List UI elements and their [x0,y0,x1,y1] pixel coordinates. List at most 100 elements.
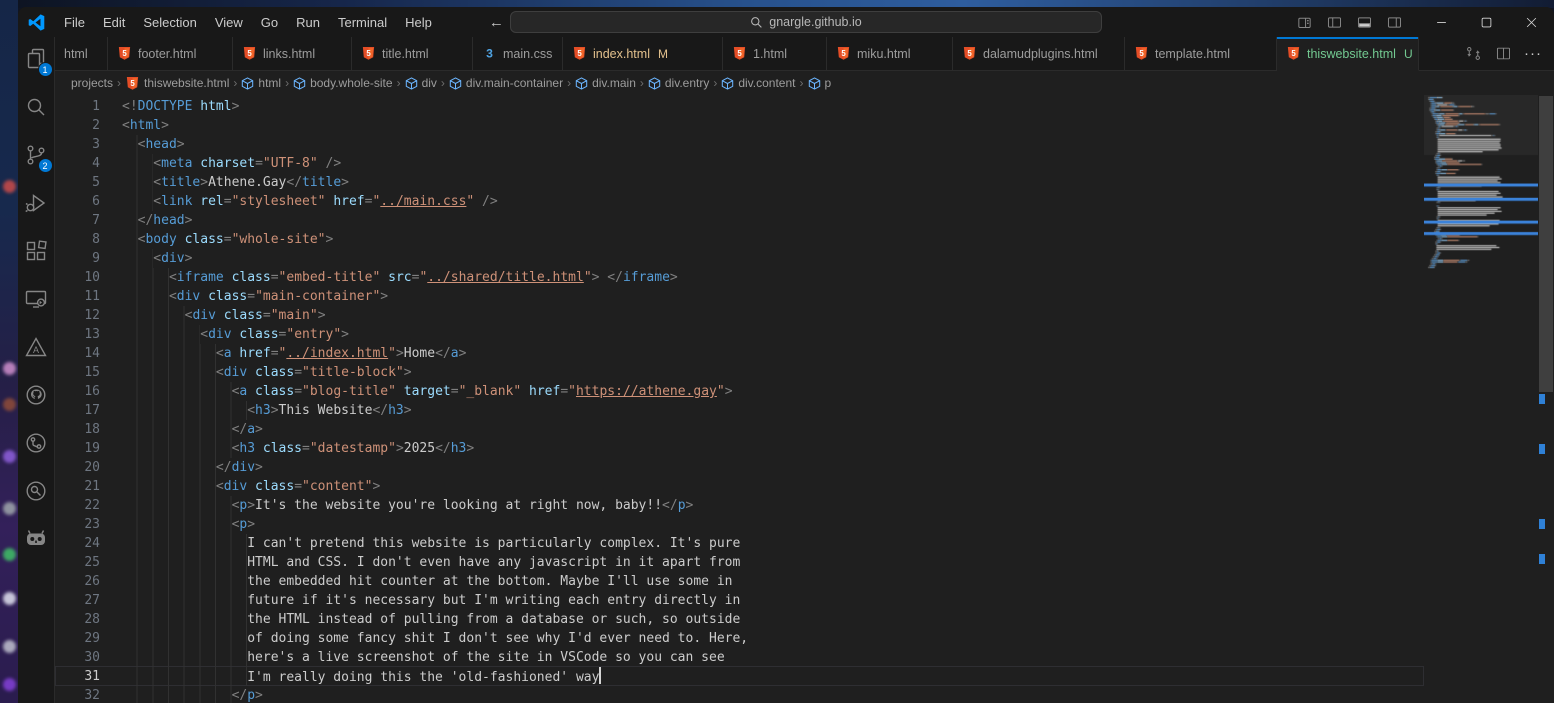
minimize-button[interactable] [1419,7,1464,37]
close-button[interactable] [1509,7,1554,37]
line-number[interactable]: 8 [55,230,100,249]
line-number[interactable]: 25 [55,553,100,572]
breadcrumb-item[interactable]: html [241,76,281,90]
line-number[interactable]: 11 [55,287,100,306]
vertical-scrollbar[interactable] [1538,95,1554,703]
tab-links.html[interactable]: 5links.html [233,37,352,70]
tab-1.html[interactable]: 51.html [723,37,827,70]
line-number[interactable]: 30 [55,648,100,667]
tab-index.html[interactable]: 5index.htmlM [563,37,723,70]
tab-dalamudplugins.html[interactable]: 5dalamudplugins.html [953,37,1125,70]
code-line-18[interactable]: 18</a> [55,420,1424,439]
activity-remote-explorer[interactable] [18,277,55,325]
line-number[interactable]: 6 [55,192,100,211]
activity-run-and-debug[interactable] [18,181,55,229]
tab-html[interactable]: html [55,37,108,70]
tab-footer.html[interactable]: 5footer.html [108,37,233,70]
code-line-31[interactable]: 31I'm really doing this the 'old-fashion… [55,667,1424,686]
maximize-button[interactable] [1464,7,1509,37]
line-number[interactable]: 21 [55,477,100,496]
code-editor[interactable]: 1<!DOCTYPE html>2<html>3<head>4<meta cha… [55,95,1554,703]
code-line-26[interactable]: 26the embedded hit counter at the bottom… [55,572,1424,591]
line-number[interactable]: 9 [55,249,100,268]
toggle-panel-icon[interactable] [1349,10,1379,34]
breadcrumb-item[interactable]: div [405,76,437,90]
more-actions-icon[interactable]: ··· [1520,41,1546,67]
code-line-5[interactable]: 5<title>Athene.Gay</title> [55,173,1424,192]
line-number[interactable]: 16 [55,382,100,401]
code-line-14[interactable]: 14<a href="../index.html">Home</a> [55,344,1424,363]
breadcrumb-item[interactable]: p [808,76,832,90]
code-line-6[interactable]: 6<link rel="stylesheet" href="../main.cs… [55,192,1424,211]
code-line-27[interactable]: 27future if it's necessary but I'm writi… [55,591,1424,610]
line-number[interactable]: 19 [55,439,100,458]
menu-file[interactable]: File [55,12,94,33]
menu-terminal[interactable]: Terminal [329,12,396,33]
line-number[interactable]: 29 [55,629,100,648]
activity-git-graph[interactable] [18,421,55,469]
breadcrumb-item[interactable]: div.main-container [449,76,563,90]
code-line-19[interactable]: 19<h3 class="datestamp">2025</h3> [55,439,1424,458]
line-number[interactable]: 13 [55,325,100,344]
line-number[interactable]: 27 [55,591,100,610]
tab-title.html[interactable]: 5title.html [352,37,473,70]
code-line-25[interactable]: 25HTML and CSS. I don't even have any ja… [55,553,1424,572]
code-line-10[interactable]: 10<iframe class="embed-title" src="../sh… [55,268,1424,287]
code-line-15[interactable]: 15<div class="title-block"> [55,363,1424,382]
activity-triangle-a-extension[interactable]: A [18,325,55,373]
tab-miku.html[interactable]: 5miku.html [827,37,953,70]
menu-help[interactable]: Help [396,12,441,33]
line-number[interactable]: 24 [55,534,100,553]
line-number[interactable]: 10 [55,268,100,287]
breadcrumb-item[interactable]: div.entry [648,76,709,90]
line-number[interactable]: 4 [55,154,100,173]
toggle-primary-sidebar-icon[interactable] [1319,10,1349,34]
line-number[interactable]: 3 [55,135,100,154]
activity-github[interactable] [18,373,55,421]
activity-source-control[interactable]: 2 [18,133,55,181]
activity-gitlens-search[interactable] [18,469,55,517]
menu-go[interactable]: Go [252,12,287,33]
code-line-8[interactable]: 8<body class="whole-site"> [55,230,1424,249]
code-line-11[interactable]: 11<div class="main-container"> [55,287,1424,306]
menu-edit[interactable]: Edit [94,12,134,33]
code-line-21[interactable]: 21<div class="content"> [55,477,1424,496]
code-area[interactable]: 1<!DOCTYPE html>2<html>3<head>4<meta cha… [55,95,1424,703]
breadcrumb-item[interactable]: div.content [721,76,795,90]
code-line-30[interactable]: 30here's a live screenshot of the site i… [55,648,1424,667]
code-line-16[interactable]: 16<a class="blog-title" target="_blank" … [55,382,1424,401]
code-line-22[interactable]: 22<p>It's the website you're looking at … [55,496,1424,515]
breadcrumb-item[interactable]: body.whole-site [293,76,393,90]
code-line-12[interactable]: 12<div class="main"> [55,306,1424,325]
tab-thiswebsite.html[interactable]: 5thiswebsite.htmlU● [1277,37,1419,71]
line-number[interactable]: 18 [55,420,100,439]
toggle-secondary-sidebar-icon[interactable] [1379,10,1409,34]
code-line-7[interactable]: 7</head> [55,211,1424,230]
code-line-29[interactable]: 29of doing some fancy shit I don't see w… [55,629,1424,648]
breadcrumb-item[interactable]: 5thiswebsite.html [125,76,229,91]
breadcrumb-item[interactable]: projects [71,76,113,90]
menu-run[interactable]: Run [287,12,329,33]
customize-layout-icon[interactable] [1289,10,1319,34]
back-arrow-icon[interactable]: ← [489,15,504,30]
code-line-2[interactable]: 2<html> [55,116,1424,135]
line-number[interactable]: 2 [55,116,100,135]
menu-view[interactable]: View [206,12,252,33]
line-number[interactable]: 31 [55,667,100,686]
line-number[interactable]: 17 [55,401,100,420]
line-number[interactable]: 7 [55,211,100,230]
tab-main.css[interactable]: 3main.css [473,37,563,70]
code-line-13[interactable]: 13<div class="entry"> [55,325,1424,344]
line-number[interactable]: 22 [55,496,100,515]
breadcrumb-item[interactable]: div.main [575,76,636,90]
line-number[interactable]: 14 [55,344,100,363]
code-line-17[interactable]: 17<h3>This Website</h3> [55,401,1424,420]
code-line-20[interactable]: 20</div> [55,458,1424,477]
line-number[interactable]: 1 [55,97,100,116]
code-line-24[interactable]: 24I can't pretend this website is partic… [55,534,1424,553]
activity-search[interactable] [18,85,55,133]
command-center[interactable]: gnargle.github.io [510,11,1102,33]
code-line-3[interactable]: 3<head> [55,135,1424,154]
activity-explorer[interactable]: 1 [18,37,55,85]
line-number[interactable]: 20 [55,458,100,477]
